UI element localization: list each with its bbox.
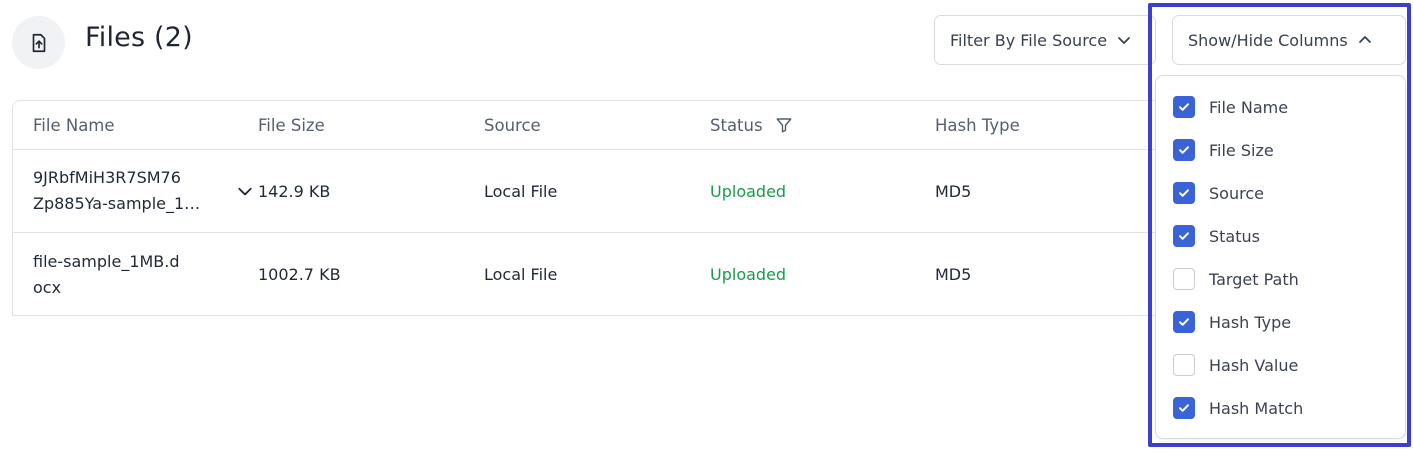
column-header-file-name[interactable]: File Name bbox=[33, 101, 253, 149]
columns-label: Show/Hide Columns bbox=[1188, 30, 1348, 50]
checkbox-checked[interactable] bbox=[1173, 397, 1195, 419]
hash-type-cell: MD5 bbox=[935, 265, 972, 284]
column-option-label: Target Path bbox=[1209, 269, 1299, 289]
column-option-label: File Name bbox=[1209, 97, 1289, 117]
check-icon bbox=[1179, 103, 1189, 111]
column-option-label: Hash Value bbox=[1209, 355, 1299, 375]
column-option-label: Hash Type bbox=[1209, 312, 1292, 332]
checkbox-checked[interactable] bbox=[1173, 182, 1195, 204]
file-upload-icon bbox=[12, 16, 65, 69]
column-option-file-name[interactable]: File Name bbox=[1173, 94, 1288, 120]
source-cell: Local File bbox=[484, 181, 558, 201]
files-table: File Name File Size Source Status Hash T… bbox=[12, 100, 1162, 316]
column-header-source[interactable]: Source bbox=[484, 101, 684, 149]
column-option-hash-match[interactable]: Hash Match bbox=[1173, 395, 1303, 421]
chevron-up-icon bbox=[1358, 36, 1371, 43]
checkbox-checked[interactable] bbox=[1173, 311, 1195, 333]
file-size-cell: 142.9 KB bbox=[258, 181, 331, 201]
column-option-file-size[interactable]: File Size bbox=[1173, 137, 1274, 163]
checkbox-checked[interactable] bbox=[1173, 139, 1195, 161]
file-name-line: Zp885Ya-sample_1MB.docx bbox=[33, 194, 203, 213]
checkbox-unchecked[interactable] bbox=[1173, 268, 1195, 290]
check-icon bbox=[1179, 232, 1189, 240]
column-option-label: Source bbox=[1209, 183, 1264, 203]
column-option-label: Status bbox=[1209, 226, 1260, 246]
file-name-cell: file-sample_1MB.d ocx bbox=[33, 233, 253, 315]
column-option-hash-type[interactable]: Hash Type bbox=[1173, 309, 1291, 335]
table-row: 9JRbfMiH3R7SM76 Zp885Ya-sample_1MB.docx … bbox=[13, 150, 1162, 233]
column-option-source[interactable]: Source bbox=[1173, 180, 1264, 206]
chevron-down-icon bbox=[1118, 37, 1130, 44]
table-row: file-sample_1MB.d ocx 1002.7 KB Local Fi… bbox=[13, 233, 1162, 315]
column-option-label: File Size bbox=[1209, 140, 1274, 160]
column-header-status[interactable]: Status bbox=[710, 101, 910, 149]
check-icon bbox=[1179, 189, 1189, 197]
file-size-cell: 1002.7 KB bbox=[258, 265, 341, 284]
column-header-status-label: Status bbox=[710, 115, 763, 135]
filter-icon[interactable] bbox=[775, 116, 793, 134]
status-cell: Uploaded bbox=[710, 181, 787, 201]
expand-row-chevron-icon[interactable] bbox=[237, 150, 253, 232]
checkbox-checked[interactable] bbox=[1173, 96, 1195, 118]
source-cell: Local File bbox=[484, 265, 558, 284]
checkbox-unchecked[interactable] bbox=[1173, 354, 1195, 376]
table-header-row: File Name File Size Source Status Hash T… bbox=[13, 101, 1162, 150]
page-title: Files (2) bbox=[85, 22, 193, 53]
file-name-line: ocx bbox=[33, 277, 62, 297]
hash-type-cell: MD5 bbox=[935, 181, 972, 201]
column-option-label: Hash Match bbox=[1209, 398, 1304, 418]
column-option-status[interactable]: Status bbox=[1173, 223, 1260, 249]
checkbox-checked[interactable] bbox=[1173, 225, 1195, 247]
check-icon bbox=[1179, 146, 1189, 154]
file-name-line: file-sample_1MB.d bbox=[33, 251, 180, 271]
check-icon bbox=[1179, 404, 1189, 412]
filter-by-file-source-dropdown[interactable]: Filter By File Source bbox=[934, 15, 1156, 65]
show-hide-columns-button[interactable]: Show/Hide Columns bbox=[1172, 15, 1406, 65]
show-hide-columns-menu: File Name File Size Source Status Target… bbox=[1155, 75, 1406, 439]
file-name-cell: 9JRbfMiH3R7SM76 Zp885Ya-sample_1MB.docx bbox=[33, 150, 253, 232]
file-name-line: 9JRbfMiH3R7SM76 bbox=[33, 168, 181, 187]
check-icon bbox=[1179, 318, 1189, 326]
column-option-target-path[interactable]: Target Path bbox=[1173, 266, 1299, 292]
status-cell: Uploaded bbox=[710, 265, 787, 284]
column-header-hash-type[interactable]: Hash Type bbox=[935, 101, 1135, 149]
filter-label: Filter By File Source bbox=[950, 30, 1108, 50]
column-header-file-size[interactable]: File Size bbox=[258, 101, 458, 149]
column-option-hash-value[interactable]: Hash Value bbox=[1173, 352, 1298, 378]
